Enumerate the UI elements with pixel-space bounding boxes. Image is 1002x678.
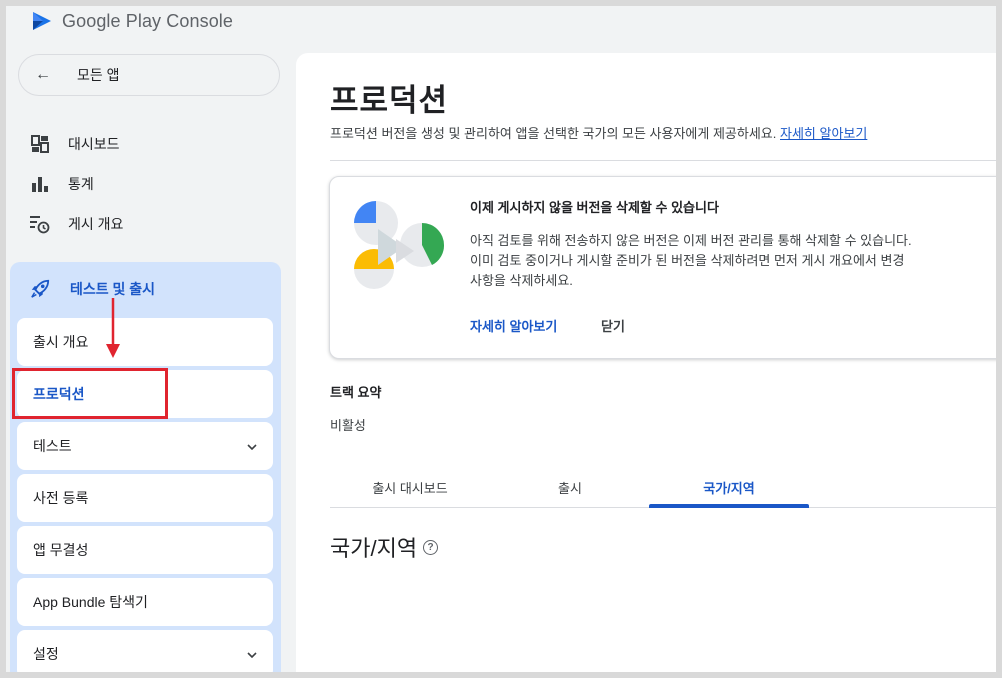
sidebar-item-label: 대시보드 [68,136,120,152]
track-summary-label: 트랙 요약 [330,385,382,400]
sidebar-item-label: 앱 무결성 [33,542,89,558]
sidebar-item-label: 테스트 [33,438,72,454]
sidebar-item-settings[interactable]: 설정 [17,630,273,672]
page-description: 프로덕션 버전을 생성 및 관리하여 앱을 선택한 국가의 모든 사용자에게 제… [330,123,867,142]
active-tab-indicator [649,504,809,508]
delete-release-illustration-icon [354,201,444,289]
play-console-logo-icon [33,12,51,30]
card-title: 이제 게시하지 않을 버전을 삭제할 수 있습니다 [470,200,719,215]
help-icon[interactable]: ? [423,539,439,555]
app-frame: Google Play Console ← 모든 앱 대시보드 통계 게시 개요… [6,6,996,672]
card-body-line: 사항을 삭제하세요. [470,273,573,288]
rocket-icon [30,279,50,299]
sidebar-item-testing[interactable]: 테스트 [17,422,273,470]
card-body-line: 이미 검토 중이거나 게시할 준비가 된 버전을 삭제하려면 먼저 게시 개요에… [470,253,905,268]
all-apps-label: 모든 앱 [77,67,120,83]
sidebar-group-test-and-release: 테스트 및 출시 출시 개요 프로덕션 테스트 사전 등록 앱 무결성 App … [10,262,281,672]
card-body: 아직 검토를 위해 전송하지 않은 버전은 이제 버전 관리를 통해 삭제할 수… [470,231,980,291]
page-title: 프로덕션 [330,83,449,118]
sidebar-item-label: 통계 [68,176,94,192]
sidebar-group-header[interactable]: 테스트 및 출시 [30,274,155,304]
main-content: 프로덕션 프로덕션 버전을 생성 및 관리하여 앱을 선택한 국가의 모든 사용… [296,53,996,672]
page-description-text: 프로덕션 버전을 생성 및 관리하여 앱을 선택한 국가의 모든 사용자에게 제… [330,126,777,141]
bar-chart-icon [30,174,50,194]
sidebar-item-label: App Bundle 탐색기 [33,594,148,610]
info-card: 이제 게시하지 않을 버전을 삭제할 수 있습니다 아직 검토를 위해 전송하지… [329,176,996,359]
tab-countries-regions[interactable]: 국가/지역 [649,478,809,497]
sidebar-item-dashboard[interactable]: 대시보드 [30,129,120,159]
tab-releases[interactable]: 출시 [490,478,650,497]
sidebar-item-label: 게시 개요 [68,216,124,232]
track-summary-value: 비활성 [330,418,366,433]
sidebar-item-statistics[interactable]: 통계 [30,169,94,199]
sidebar-item-publishing-overview[interactable]: 게시 개요 [30,209,123,239]
sidebar-item-app-integrity[interactable]: 앱 무결성 [17,526,273,574]
tab-release-dashboard[interactable]: 출시 대시보드 [330,478,490,497]
sidebar-item-release-overview[interactable]: 출시 개요 [17,318,273,366]
card-close-button[interactable]: 닫기 [601,316,625,335]
section-title-text: 국가/지역 [330,536,418,561]
chevron-down-icon [247,647,257,661]
sidebar-item-pre-registration[interactable]: 사전 등록 [17,474,273,522]
card-learn-more-button[interactable]: 자세히 알아보기 [470,316,557,335]
publishing-overview-icon [30,214,50,234]
all-apps-back-button[interactable]: ← 모든 앱 [18,54,280,96]
chevron-down-icon [247,439,257,453]
sidebar-item-label: 사전 등록 [33,490,89,506]
logo-google-play-text: Google Play [62,10,162,31]
divider [330,160,996,161]
annotation-red-arrow [106,298,120,358]
arrow-back-icon: ← [35,66,51,83]
learn-more-link[interactable]: 자세히 알아보기 [780,126,867,141]
card-body-line: 아직 검토를 위해 전송하지 않은 버전은 이제 버전 관리를 통해 삭제할 수… [470,233,912,248]
annotation-highlight-box [12,368,168,419]
dashboard-icon [30,134,50,154]
section-title: 국가/지역 ? [330,531,439,563]
sidebar-item-label: 설정 [33,646,59,662]
sidebar-item-app-bundle-explorer[interactable]: App Bundle 탐색기 [17,578,273,626]
sidebar-item-label: 출시 개요 [33,334,89,350]
logo-console-text: Console [166,10,234,31]
play-console-logo[interactable]: Google Play Console [30,6,233,36]
tab-bar: 출시 대시보드 출시 국가/지역 [330,468,996,508]
sidebar-group-label: 테스트 및 출시 [70,281,156,297]
